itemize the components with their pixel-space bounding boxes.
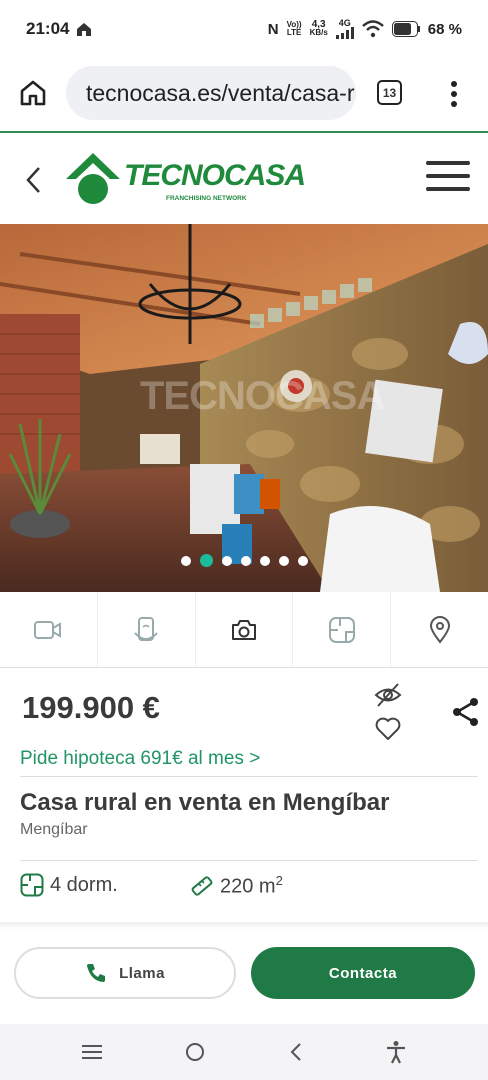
status-time: 21:04	[26, 19, 70, 38]
listing-price: 199.900 €	[22, 690, 160, 725]
call-label: Llama	[119, 964, 165, 982]
gallery-dot[interactable]	[199, 554, 213, 567]
bedroom-icon	[20, 873, 44, 897]
phone-icon	[87, 964, 106, 982]
bedrooms-feature: 4 dorm.	[20, 873, 118, 897]
system-back-icon[interactable]	[288, 1042, 304, 1062]
browser-toolbar: tecnocasa.es/venta/casa-rural 13	[0, 58, 488, 130]
nfc-icon: N	[267, 20, 279, 38]
tab-video[interactable]	[0, 592, 98, 667]
battery-level: 68 %	[427, 20, 462, 38]
area-value: 220 m2	[220, 873, 283, 898]
gallery-dot[interactable]	[259, 555, 270, 566]
call-button[interactable]: Llama	[14, 947, 236, 999]
address-bar[interactable]: tecnocasa.es/venta/casa-rural	[66, 66, 356, 120]
wifi-icon	[361, 20, 384, 38]
url-text: tecnocasa.es/venta/casa-rural	[86, 79, 356, 106]
accessibility-icon[interactable]	[385, 1040, 407, 1064]
photo-gallery[interactable]: TECNOCASA	[0, 224, 488, 592]
tab-switcher-button[interactable]: 13	[377, 80, 402, 105]
gallery-dot[interactable]	[278, 555, 289, 566]
site-header: TECNOCASA FRANCHISING NETWORK	[0, 133, 488, 225]
floorplan-icon	[328, 616, 355, 643]
video-icon	[34, 620, 62, 639]
system-home-icon[interactable]	[184, 1041, 206, 1063]
photo-icon	[231, 619, 256, 640]
divider	[20, 776, 478, 777]
listing-title: Casa rural en venta en Mengíbar	[20, 789, 390, 816]
location-pin-icon	[429, 615, 450, 644]
tecnocasa-logo[interactable]: TECNOCASA FRANCHISING NETWORK	[64, 151, 306, 209]
ruler-icon	[191, 876, 213, 896]
area-feature: 220 m2	[190, 873, 283, 899]
back-arrow-icon[interactable]	[24, 165, 44, 195]
virtual-tour-icon	[134, 616, 158, 641]
volte-icon: Vo)) LTE	[286, 20, 302, 37]
home-status-icon	[77, 23, 92, 36]
bedrooms-value: 4 dorm.	[50, 873, 118, 896]
mortgage-link[interactable]: Pide hipoteca 691€ al mes >	[20, 748, 260, 770]
divider	[20, 860, 478, 861]
contact-label: Contacta	[328, 964, 398, 982]
tab-virtual-tour[interactable]	[98, 592, 196, 667]
listing-location: Mengíbar	[20, 821, 88, 838]
gallery-pagination	[0, 554, 488, 567]
favorite-heart-icon[interactable]	[374, 716, 402, 742]
gallery-dot[interactable]	[240, 555, 251, 566]
signal-icon: 4G	[335, 19, 354, 39]
logo-house-icon	[66, 153, 120, 204]
share-icon[interactable]	[452, 697, 480, 727]
status-bar: 21:04 N Vo)) LTE 4,3 KB/s 4G 68 %	[0, 0, 488, 58]
logo-tagline: FRANCHISING NETWORK	[166, 195, 247, 202]
hide-listing-icon[interactable]	[374, 682, 402, 708]
section-shadow	[0, 922, 488, 930]
media-tabs	[0, 592, 488, 668]
logo-text: TECNOCASA	[124, 159, 306, 192]
recent-apps-icon[interactable]	[81, 1043, 103, 1061]
overflow-menu-icon[interactable]	[448, 80, 460, 108]
tab-location[interactable]	[391, 592, 488, 667]
gallery-dot[interactable]	[180, 555, 191, 566]
contact-button[interactable]: Contacta	[251, 947, 475, 999]
hamburger-menu-icon[interactable]	[426, 161, 470, 191]
photo-watermark: TECNOCASA	[140, 374, 385, 418]
battery-icon	[391, 21, 420, 37]
gallery-dot[interactable]	[297, 555, 308, 566]
tab-floorplan[interactable]	[293, 592, 392, 667]
system-nav-bar	[0, 1024, 488, 1080]
network-speed: 4,3 KB/s	[309, 19, 328, 37]
gallery-dot[interactable]	[221, 555, 232, 566]
tab-photos[interactable]	[196, 592, 294, 667]
home-icon[interactable]	[19, 79, 47, 107]
